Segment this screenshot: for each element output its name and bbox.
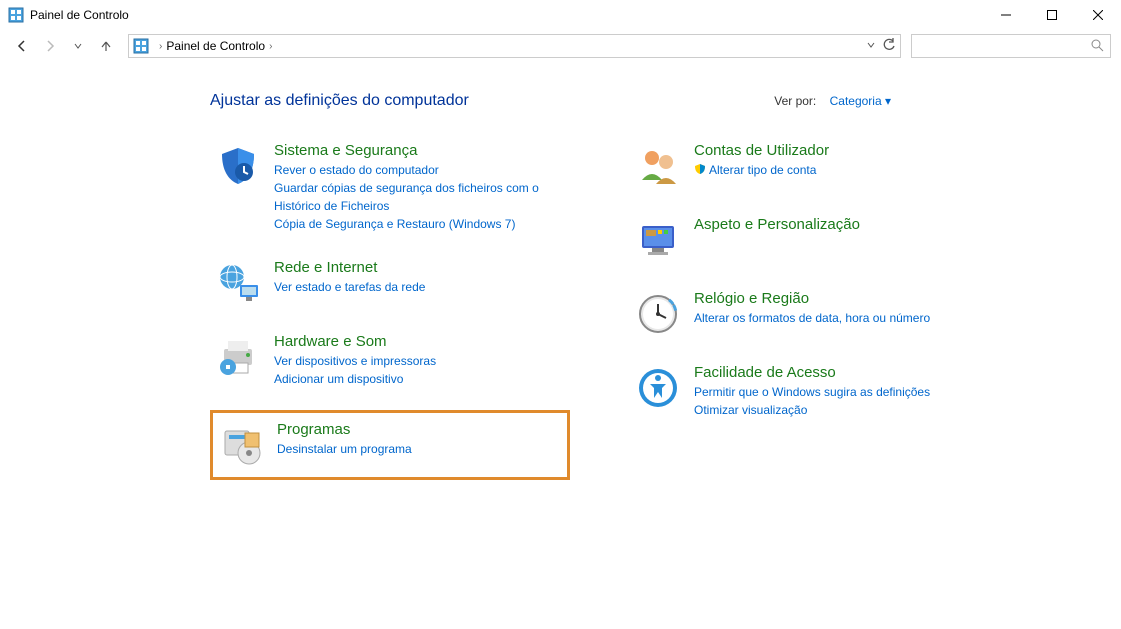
category-appearance: Aspeto e Personalização: [630, 212, 990, 268]
uac-shield-icon: [694, 162, 706, 180]
category-network: Rede e Internet Ver estado e tarefas da …: [210, 255, 570, 311]
category-link[interactable]: Ver dispositivos e impressoras: [274, 352, 436, 370]
up-button[interactable]: [94, 34, 118, 58]
personalization-icon: [634, 216, 682, 264]
category-title[interactable]: Sistema e Segurança: [274, 142, 566, 159]
maximize-button[interactable]: [1029, 0, 1075, 30]
category-programs: Programas Desinstalar um programa: [210, 410, 570, 480]
category-hardware-sound: Hardware e Som Ver dispositivos e impres…: [210, 329, 570, 392]
control-panel-icon: [133, 38, 149, 54]
category-link[interactable]: Otimizar visualização: [694, 401, 930, 419]
category-title[interactable]: Contas de Utilizador: [694, 142, 829, 159]
printer-icon: [214, 333, 262, 381]
category-link[interactable]: Guardar cópias de segurança dos ficheiro…: [274, 179, 566, 215]
page-heading: Ajustar as definições do computador: [210, 92, 1051, 110]
category-link[interactable]: Ver estado e tarefas da rede: [274, 278, 425, 296]
category-link[interactable]: Alterar tipo de conta: [694, 161, 829, 180]
window-buttons: [983, 0, 1121, 30]
chevron-right-icon[interactable]: ›: [155, 41, 166, 52]
category-clock-region: Relógio e Região Alterar os formatos de …: [630, 286, 990, 342]
category-title[interactable]: Hardware e Som: [274, 333, 436, 350]
category-link[interactable]: Permitir que o Windows sugira as definiç…: [694, 383, 930, 401]
category-link[interactable]: Cópia de Segurança e Restauro (Windows 7…: [274, 215, 566, 233]
category-link[interactable]: Desinstalar um programa: [277, 440, 412, 458]
recent-dropdown[interactable]: [66, 34, 90, 58]
navbar: › Painel de Controlo ›: [0, 30, 1121, 62]
search-icon: [1090, 38, 1104, 55]
search-input[interactable]: [911, 34, 1111, 58]
category-system-security: Sistema e Segurança Rever o estado do co…: [210, 138, 570, 237]
clock-icon: [634, 290, 682, 338]
ease-of-access-icon: [634, 364, 682, 412]
forward-button[interactable]: [38, 34, 62, 58]
category-link[interactable]: Adicionar um dispositivo: [274, 370, 436, 388]
view-by-label: Ver por:: [774, 94, 816, 108]
minimize-button[interactable]: [983, 0, 1029, 30]
address-bar[interactable]: › Painel de Controlo ›: [128, 34, 901, 58]
control-panel-icon: [8, 7, 24, 23]
category-user-accounts: Contas de Utilizador Alterar tipo de con…: [630, 138, 990, 194]
right-column: Contas de Utilizador Alterar tipo de con…: [630, 138, 990, 498]
titlebar: Painel de Controlo: [0, 0, 1121, 30]
view-by-dropdown[interactable]: Categoria ▾: [830, 94, 891, 108]
user-accounts-icon: [634, 142, 682, 190]
category-title[interactable]: Relógio e Região: [694, 290, 930, 307]
category-title[interactable]: Aspeto e Personalização: [694, 216, 860, 233]
globe-network-icon: [214, 259, 262, 307]
breadcrumb-root[interactable]: Painel de Controlo: [166, 39, 265, 53]
address-dropdown-icon[interactable]: [866, 39, 876, 53]
shield-icon: [214, 142, 262, 190]
category-title[interactable]: Rede e Internet: [274, 259, 425, 276]
back-button[interactable]: [10, 34, 34, 58]
content-area: Ajustar as definições do computador Ver …: [0, 62, 1121, 498]
view-by: Ver por: Categoria ▾: [774, 94, 891, 108]
category-title[interactable]: Programas: [277, 421, 412, 438]
left-column: Sistema e Segurança Rever o estado do co…: [210, 138, 570, 498]
refresh-button[interactable]: [882, 38, 896, 55]
window-title: Painel de Controlo: [30, 8, 983, 22]
category-link[interactable]: Alterar os formatos de data, hora ou núm…: [694, 309, 930, 327]
category-title[interactable]: Facilidade de Acesso: [694, 364, 930, 381]
category-ease-of-access: Facilidade de Acesso Permitir que o Wind…: [630, 360, 990, 423]
category-link[interactable]: Rever o estado do computador: [274, 161, 566, 179]
chevron-right-icon[interactable]: ›: [265, 41, 276, 52]
programs-icon: [217, 421, 265, 469]
close-button[interactable]: [1075, 0, 1121, 30]
